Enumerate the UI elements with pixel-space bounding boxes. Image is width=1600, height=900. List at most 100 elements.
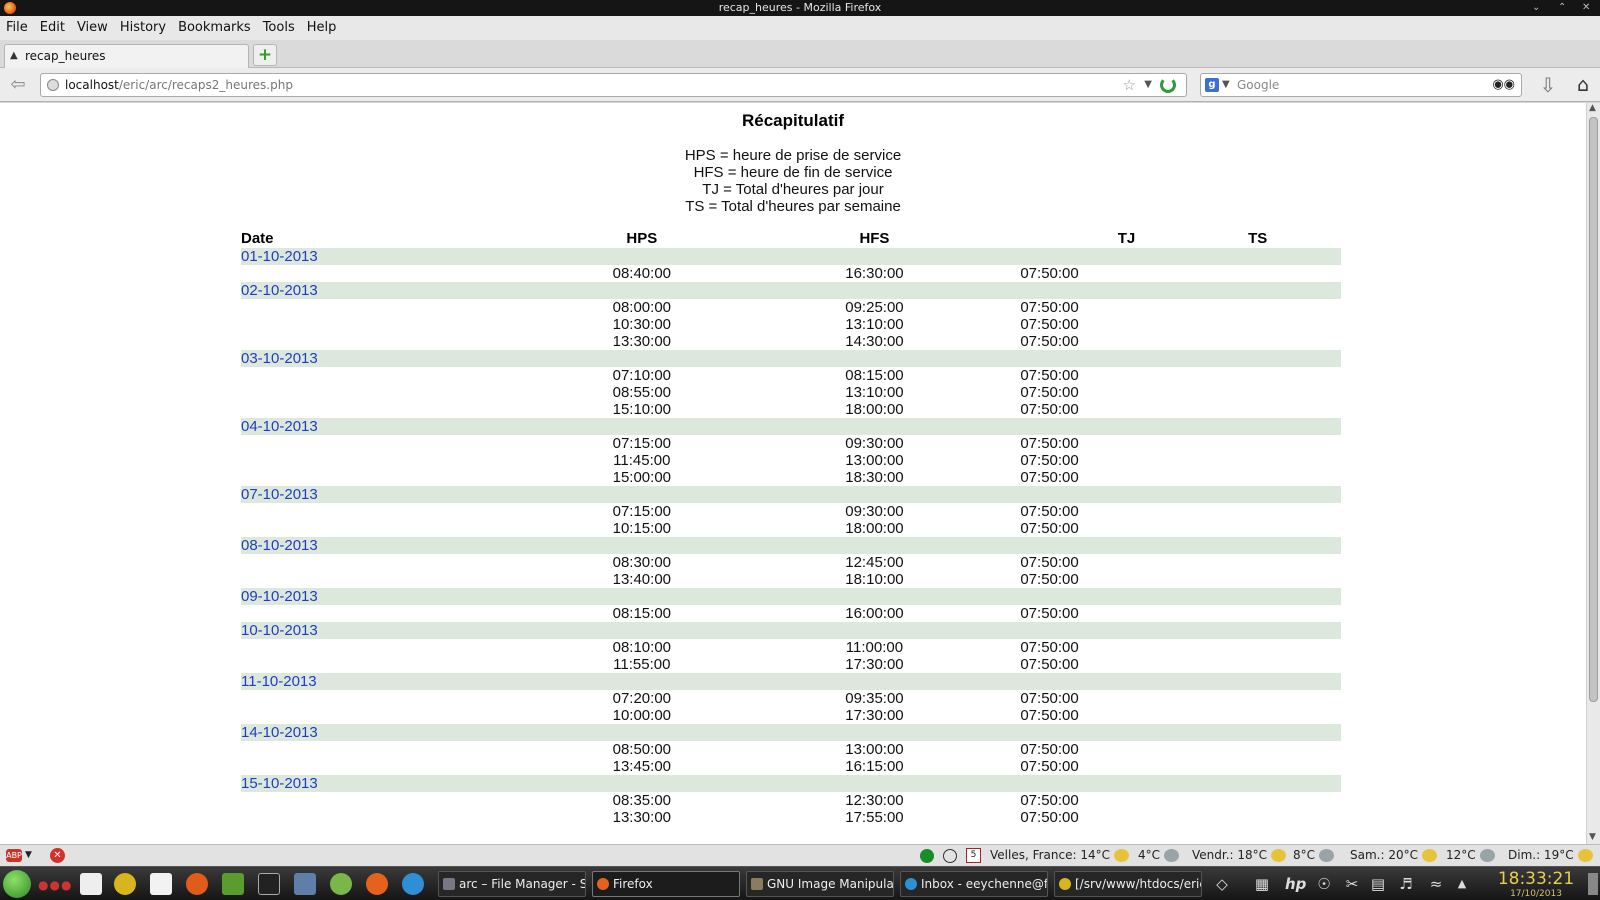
flame-launcher-icon[interactable] — [186, 873, 208, 895]
close-window-icon[interactable]: ✕ — [1582, 0, 1590, 16]
date-link[interactable]: 15-10-2013 — [241, 775, 318, 792]
adblock-dropdown-icon[interactable]: ▼ — [25, 845, 32, 866]
date-link[interactable]: 03-10-2013 — [241, 350, 318, 367]
date-link[interactable]: 08-10-2013 — [241, 537, 318, 554]
legend-tj: TJ = Total d'heures par jour — [702, 181, 884, 198]
task-editor[interactable]: [/srv/www/htdocs/eric/ — [1054, 871, 1202, 897]
date-link[interactable]: 11-10-2013 — [241, 673, 317, 690]
vertical-scrollbar[interactable]: ▲ ▼ — [1586, 103, 1600, 844]
weather-saturday-low[interactable]: 12°C — [1446, 845, 1495, 866]
calendar-icon[interactable]: 5 — [966, 848, 981, 863]
google-engine-icon[interactable]: g — [1205, 78, 1219, 92]
terminal-launcher-icon[interactable] — [258, 873, 280, 895]
hfs-cell: 12:30:00 — [845, 792, 904, 809]
weather-current[interactable]: Velles, France: 14°C — [990, 845, 1129, 866]
spreadsheet-launcher-icon[interactable] — [222, 873, 244, 895]
scrollbar-thumb[interactable] — [1589, 117, 1598, 702]
column-header-hfs: HFS — [859, 230, 890, 247]
empty-date-cell — [241, 452, 555, 469]
reload-icon[interactable] — [1160, 77, 1176, 93]
tj-cell — [1079, 741, 1175, 758]
calculator-tray-icon[interactable]: ▦ — [1252, 874, 1272, 894]
volume-tray-icon[interactable]: ♬ — [1396, 874, 1416, 894]
search-bar[interactable]: g ▼ Google ◉◉ — [1200, 73, 1522, 97]
spacer-cell: 07:50:00 — [1020, 809, 1079, 826]
firefox-launcher-icon[interactable] — [366, 873, 388, 895]
thunderbird-launcher-icon[interactable] — [402, 873, 424, 895]
date-link[interactable]: 09-10-2013 — [241, 588, 318, 605]
task-inbox[interactable]: Inbox - eeychenne@fr — [900, 871, 1048, 897]
tab-recap-heures[interactable]: ▲ recap_heures — [4, 44, 249, 68]
weather-current-low[interactable]: 4°C — [1138, 845, 1180, 866]
y-tray-icon[interactable]: ☉ — [1314, 874, 1334, 894]
empty-date-cell — [241, 520, 555, 537]
menu-help[interactable]: Help — [301, 16, 343, 40]
hfs-cell: 16:30:00 — [845, 265, 904, 282]
clock[interactable]: 18:33:21 17/10/2013 — [1486, 869, 1586, 899]
menu-bookmarks[interactable]: Bookmarks — [172, 16, 257, 40]
date-link[interactable]: 04-10-2013 — [241, 418, 318, 435]
show-desktop-button[interactable] — [1588, 873, 1598, 895]
date-link[interactable]: 10-10-2013 — [241, 622, 318, 639]
status-green-icon[interactable] — [920, 849, 934, 863]
maximize-icon[interactable]: ⌃ — [1558, 0, 1566, 16]
engine-dropdown-icon[interactable]: ▼ — [1222, 74, 1230, 96]
wifi-tray-icon[interactable]: ≈ — [1426, 874, 1446, 894]
menu-history[interactable]: History — [114, 16, 172, 40]
home-icon[interactable]: ⌂ — [1572, 74, 1594, 96]
ts-cell — [1174, 605, 1341, 622]
download-arrow-icon[interactable]: ⇩ — [1538, 74, 1558, 96]
file-manager-launcher-icon[interactable] — [294, 873, 316, 895]
document-launcher-icon[interactable] — [80, 873, 102, 895]
tj-cell — [1079, 639, 1175, 656]
back-arrow-icon[interactable]: ⇦ — [6, 74, 30, 96]
date-link[interactable]: 14-10-2013 — [241, 724, 318, 741]
time-entry-row: 13:40:00 18:10:00 07:50:00 — [241, 571, 1341, 588]
tj-cell — [1079, 265, 1175, 282]
error-icon[interactable]: ✕ — [50, 848, 65, 863]
task-firefox[interactable]: Firefox — [592, 871, 740, 897]
menu-tools[interactable]: Tools — [257, 16, 301, 40]
activity-dots-icon[interactable]: ●●● — [38, 878, 72, 892]
hfs-cell: 12:45:00 — [845, 554, 904, 571]
task-file-manager[interactable]: arc – File Manager - S — [438, 871, 586, 897]
scissors-tray-icon[interactable]: ✂ — [1342, 874, 1362, 894]
ts-cell — [1174, 503, 1341, 520]
url-history-dropdown-icon[interactable]: ▼ — [1144, 74, 1152, 96]
hfs-cell: 17:55:00 — [845, 809, 904, 826]
clock-icon[interactable] — [943, 849, 957, 863]
clipboard-tray-icon[interactable]: ▤ — [1368, 874, 1388, 894]
e-launcher-icon[interactable] — [114, 873, 136, 895]
start-menu-icon[interactable] — [3, 870, 31, 898]
date-link[interactable]: 07-10-2013 — [241, 486, 318, 503]
tj-cell — [1079, 605, 1175, 622]
weather-saturday[interactable]: Sam.: 20°C — [1350, 845, 1437, 866]
date-row: 07-10-2013 — [241, 486, 1341, 503]
scroll-up-icon[interactable]: ▲ — [1589, 103, 1596, 113]
weather-sunday[interactable]: Dim.: 19°C — [1508, 845, 1593, 866]
binoculars-icon[interactable]: ◉◉ — [1492, 74, 1515, 96]
hfs-cell: 18:00:00 — [845, 401, 904, 418]
menu-view[interactable]: View — [71, 16, 114, 40]
ts-cell — [1174, 758, 1341, 775]
minimize-icon[interactable]: ⌄ — [1532, 0, 1540, 16]
virtualbox-tray-icon[interactable]: ◇ — [1212, 874, 1232, 894]
date-link[interactable]: 02-10-2013 — [241, 282, 318, 299]
new-tab-button[interactable]: + — [253, 44, 277, 66]
bookmark-star-icon[interactable]: ☆ — [1123, 74, 1136, 96]
weather-friday[interactable]: Vendr.: 18°C — [1192, 845, 1287, 866]
date-link[interactable]: 01-10-2013 — [241, 248, 318, 265]
notepad-launcher-icon[interactable] — [150, 873, 172, 895]
site-identity-icon[interactable] — [47, 79, 59, 91]
weather-friday-low[interactable]: 8°C — [1293, 845, 1335, 866]
hp-tray-icon[interactable]: hp — [1285, 874, 1306, 894]
pidgin-launcher-icon[interactable] — [330, 873, 352, 895]
url-bar[interactable]: localhost/eric/arc/recaps2_heures.php ☆ … — [40, 73, 1187, 97]
menu-edit[interactable]: Edit — [34, 16, 71, 40]
task-gimp[interactable]: GNU Image Manipulat — [746, 871, 894, 897]
tray-expand-icon[interactable]: ▲ — [1452, 874, 1472, 894]
scroll-down-icon[interactable]: ▼ — [1589, 832, 1596, 842]
menu-file[interactable]: File — [0, 16, 34, 40]
adblock-icon[interactable]: ABP — [6, 849, 22, 862]
spacer-cell: 07:50:00 — [1020, 741, 1079, 758]
